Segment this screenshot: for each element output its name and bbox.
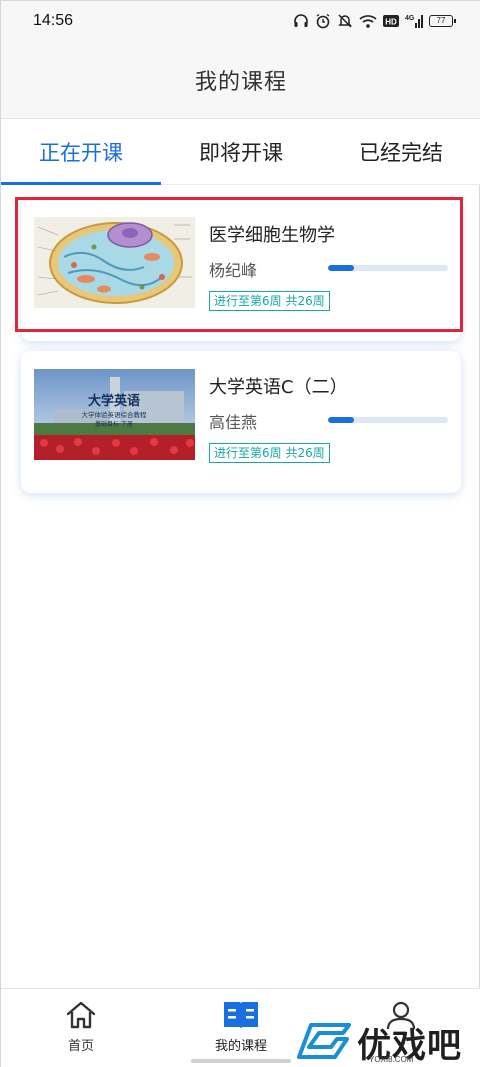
- home-icon: [66, 1001, 96, 1029]
- thumb-sub2-text: 基础目标·下册: [95, 420, 133, 428]
- course-thumbnail-english-book-cover: 大学英语 大学体验英语综合教程 基础目标·下册: [34, 369, 195, 460]
- course-teacher: 杨纪峰: [209, 261, 258, 280]
- course-progress-bar: [328, 417, 448, 423]
- nav-label: 我的课程: [214, 1039, 267, 1054]
- book-icon: [224, 1002, 258, 1029]
- svg-text:4G: 4G: [405, 15, 415, 22]
- mute-bell-icon: [338, 14, 352, 28]
- status-time: 14:56: [33, 12, 74, 29]
- home-indicator: [191, 1059, 291, 1063]
- watermark-logo-icon: [297, 1022, 351, 1059]
- page-title: 我的课程: [194, 69, 287, 95]
- course-progress-bar: [328, 265, 448, 271]
- tab-upcoming[interactable]: 即将开课: [161, 119, 321, 184]
- course-title: 医学细胞生物学: [209, 225, 335, 246]
- nav-label: 首页: [67, 1039, 94, 1054]
- watermark: 优戏吧 YOXI8.COM: [297, 1017, 480, 1067]
- course-progress-badge: 进行至第6周 共26周: [209, 443, 330, 463]
- battery-icon: 77: [429, 15, 456, 27]
- tab-finished[interactable]: 已经完结: [321, 119, 480, 184]
- signal-icon: 4G: [405, 15, 423, 28]
- status-bar: 14:56 HD 4G 77: [1, 1, 480, 41]
- course-title: 大学英语C（二）: [209, 377, 348, 398]
- wifi-icon: [359, 15, 377, 28]
- page-header: 我的课程: [1, 41, 480, 119]
- course-thumbnail-cell-diagram: [34, 217, 195, 308]
- hd-icon: HD: [383, 15, 399, 27]
- course-tabs: 正在开课 即将开课 已经完结: [1, 119, 480, 185]
- course-progress-fill: [328, 417, 355, 423]
- course-teacher: 高佳燕: [209, 413, 258, 432]
- headphones-icon: [294, 14, 308, 27]
- tab-ongoing[interactable]: 正在开课: [1, 119, 161, 185]
- course-progress-fill: [328, 265, 355, 271]
- course-card-cell-biology[interactable]: 医学细胞生物学 杨纪峰 进行至第6周 共26周: [21, 199, 461, 341]
- thumb-title-text: 大学英语: [88, 393, 140, 409]
- nav-home[interactable]: 首页: [1, 989, 161, 1067]
- thumb-subtitle-text: 大学体验英语综合教程: [82, 410, 148, 419]
- watermark-sub: YOXI8.COM: [369, 1055, 414, 1064]
- status-icons: HD 4G 77: [293, 13, 456, 29]
- course-progress-badge: 进行至第6周 共26周: [209, 291, 330, 311]
- course-card-college-english[interactable]: 大学英语 大学体验英语综合教程 基础目标·下册 大学英语C（二） 高佳燕 进行至…: [21, 351, 461, 493]
- svg-text:HD: HD: [385, 18, 397, 27]
- alarm-icon: [316, 13, 330, 29]
